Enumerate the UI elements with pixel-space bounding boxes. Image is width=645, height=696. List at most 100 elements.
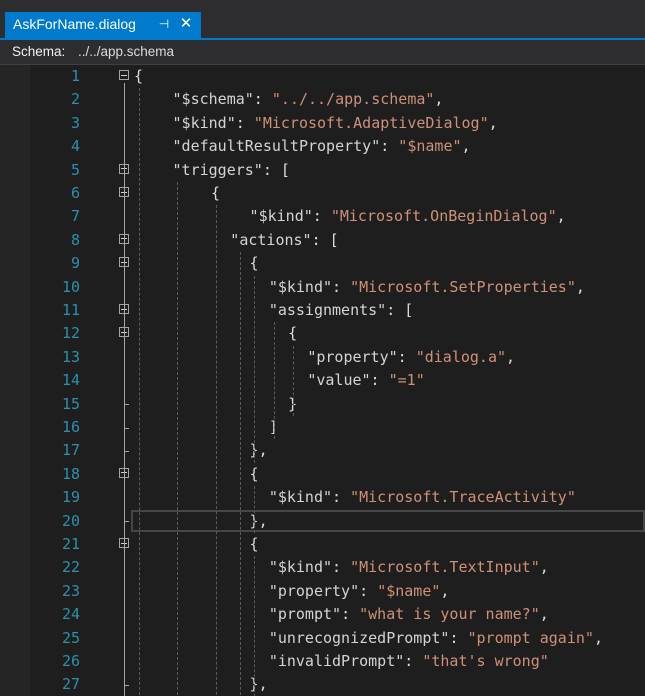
json-key: "$schema" [172, 90, 254, 109]
json-punctuation: , [434, 90, 444, 109]
code-line[interactable]: 21 { [0, 533, 645, 556]
code-text: "$schema": "../../app.schema", [173, 88, 444, 111]
json-punctuation: { [134, 67, 144, 85]
code-text: "assignments": [ [269, 299, 414, 322]
json-string: "Microsoft.OnBeginDialog" [330, 207, 557, 226]
json-punctuation: , [593, 628, 603, 647]
code-line[interactable]: 2 "$schema": "../../app.schema", [0, 88, 645, 111]
indent-guide [292, 345, 294, 416]
code-line[interactable]: 6{ [0, 182, 645, 205]
line-number: 2 [70, 90, 80, 109]
code-line[interactable]: 24 "prompt": "what is your name?", [0, 603, 645, 626]
code-line[interactable]: 10 "$kind": "Microsoft.SetProperties", [0, 276, 645, 299]
code-line[interactable]: 8 "actions": [ [0, 229, 645, 252]
line-number: 14 [61, 371, 80, 390]
json-punctuation: : [397, 347, 416, 366]
line-number: 15 [61, 394, 80, 413]
json-punctuation: { [211, 184, 221, 202]
line-number: 23 [61, 581, 80, 600]
json-punctuation: , [440, 581, 450, 600]
json-string: "Microsoft.TextInput" [350, 558, 540, 577]
line-number: 3 [70, 113, 80, 132]
pin-icon[interactable]: ⊣ [157, 17, 171, 31]
code-line[interactable]: 20}, [0, 510, 645, 533]
json-key: "triggers" [172, 160, 263, 179]
line-number: 27 [61, 675, 80, 694]
json-punctuation: : [ [262, 160, 290, 179]
code-text: }, [250, 510, 268, 533]
code-line[interactable]: 14 "value": "=1" [0, 369, 645, 392]
code-text: "$kind": "Microsoft.SetProperties", [269, 276, 585, 299]
code-line[interactable]: 4 "defaultResultProperty": "$name", [0, 135, 645, 158]
code-text: "property": "dialog.a", [307, 346, 515, 369]
code-line[interactable]: 25 "unrecognizedPrompt": "prompt again", [0, 627, 645, 650]
json-punctuation: : [235, 113, 254, 132]
json-string: "$name" [398, 137, 462, 156]
code-line[interactable]: 16] [0, 416, 645, 439]
code-text: { [134, 65, 143, 88]
code-line[interactable]: 15} [0, 393, 645, 416]
close-icon[interactable]: ✕ [179, 16, 193, 31]
json-punctuation: : [359, 581, 378, 600]
outline-margin-tick [124, 404, 129, 406]
code-line[interactable]: 13 "property": "dialog.a", [0, 346, 645, 369]
schema-label: Schema: [12, 44, 66, 59]
line-number: 19 [61, 488, 80, 507]
code-text: { [250, 463, 259, 486]
code-line[interactable]: 3 "$kind": "Microsoft.AdaptiveDialog", [0, 112, 645, 135]
code-line[interactable]: 12 { [0, 322, 645, 345]
json-punctuation: : [332, 488, 351, 507]
json-key: "property" [307, 347, 398, 366]
code-text: "$kind": "Microsoft.TraceActivity" [269, 486, 576, 509]
line-number: 20 [61, 511, 80, 530]
code-line[interactable]: 1{ [0, 65, 645, 88]
line-number: 10 [61, 277, 80, 296]
json-punctuation: { [249, 254, 259, 273]
json-punctuation: }, [249, 675, 268, 694]
code-line[interactable]: 18 { [0, 463, 645, 486]
json-key: "value" [307, 371, 371, 390]
json-punctuation: , [575, 277, 585, 296]
line-number: 7 [70, 207, 80, 226]
code-line[interactable]: 27}, [0, 673, 645, 696]
code-text: "$kind": "Microsoft.TextInput", [269, 556, 549, 579]
code-line[interactable]: 19 "$kind": "Microsoft.TraceActivity" [0, 486, 645, 509]
code-line[interactable]: 26 "invalidPrompt": "that's wrong" [0, 650, 645, 673]
line-number: 6 [70, 184, 80, 202]
outline-margin-tick [124, 451, 129, 453]
json-punctuation: : [312, 207, 331, 226]
code-line[interactable]: 11 "assignments": [ [0, 299, 645, 322]
code-line[interactable]: 9{ [0, 252, 645, 275]
json-key: "defaultResultProperty" [172, 137, 381, 156]
json-key: "$kind" [268, 277, 333, 296]
json-key: "$kind" [249, 207, 313, 226]
code-line[interactable]: 17}, [0, 439, 645, 462]
indent-guide [254, 275, 256, 463]
json-key: "invalidPrompt" [268, 652, 405, 670]
code-text: "defaultResultProperty": "$name", [173, 135, 471, 158]
code-text: "unrecognizedPrompt": "prompt again", [269, 627, 603, 650]
line-number: 12 [61, 324, 80, 343]
code-text: "prompt": "what is your name?", [269, 603, 549, 626]
json-string: "Microsoft.TraceActivity" [350, 488, 576, 507]
code-line[interactable]: 23 "property": "$name", [0, 580, 645, 603]
json-punctuation: : [ [311, 230, 339, 249]
line-number: 18 [61, 464, 80, 483]
code-line[interactable]: 5 "triggers": [ [0, 159, 645, 182]
code-editor[interactable]: 1{2 "$schema": "../../app.schema", 3 "$kind… [0, 65, 645, 696]
schema-dropdown[interactable]: ../../app.schema [78, 44, 174, 59]
json-key: "property" [268, 581, 360, 600]
code-line[interactable]: 7 "$kind": "Microsoft.OnBeginDialog", [0, 205, 645, 228]
json-key: "unrecognizedPrompt" [268, 628, 450, 647]
json-string: "prompt again" [467, 628, 594, 647]
code-text: { [250, 533, 259, 556]
code-line[interactable]: 22 "$kind": "Microsoft.TextInput", [0, 556, 645, 579]
json-string: "=1" [388, 371, 425, 390]
json-punctuation: : [332, 558, 351, 577]
json-punctuation: : [332, 277, 351, 296]
code-text: { [288, 322, 297, 345]
tab-title: AskForName.dialog [13, 16, 136, 32]
tab-askforname-dialog[interactable]: AskForName.dialog ⊣ ✕ [5, 12, 201, 38]
json-punctuation: , [539, 558, 549, 577]
collapse-icon[interactable] [119, 70, 129, 80]
